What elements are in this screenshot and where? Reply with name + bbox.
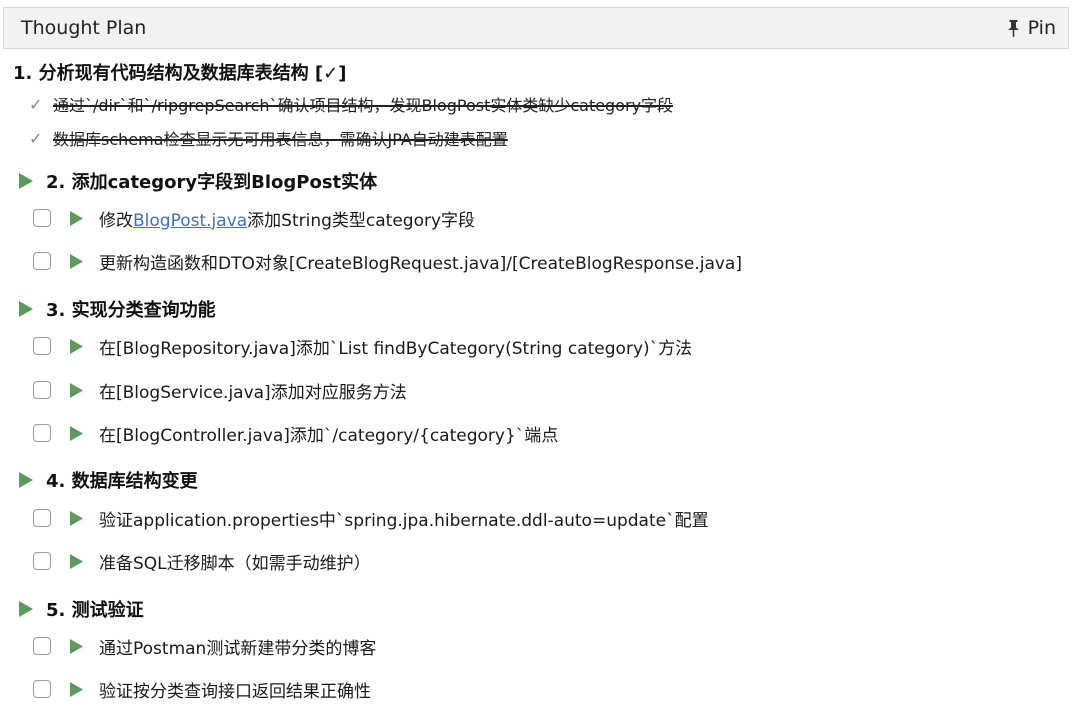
task-checkbox[interactable] bbox=[33, 680, 51, 698]
task-checkbox[interactable] bbox=[33, 552, 51, 570]
thought-plan-header: Thought Plan Pin bbox=[3, 7, 1069, 49]
check-icon: ✓ bbox=[29, 94, 43, 114]
play-icon[interactable] bbox=[70, 553, 83, 569]
play-icon[interactable] bbox=[70, 210, 83, 226]
check-icon: ✓ bbox=[29, 128, 43, 148]
task-checkbox[interactable] bbox=[33, 424, 51, 442]
task-checkbox[interactable] bbox=[33, 337, 51, 355]
play-icon[interactable] bbox=[70, 382, 83, 398]
task-checkbox[interactable] bbox=[33, 381, 51, 399]
pin-label: Pin bbox=[1027, 17, 1056, 39]
pin-icon bbox=[1007, 19, 1019, 37]
play-icon[interactable] bbox=[19, 601, 33, 617]
play-icon[interactable] bbox=[70, 510, 83, 526]
play-icon[interactable] bbox=[70, 638, 83, 654]
task-text: 通过Postman测试新建带分类的博客 bbox=[99, 638, 377, 659]
section-title: 1. 分析现有代码结构及数据库表结构 [✓] bbox=[13, 63, 347, 84]
task-text: 验证application.properties中`spring.jpa.hib… bbox=[99, 510, 709, 531]
done-item-text: 数据库schema检查显示无可用表信息，需确认JPA自动建表配置 bbox=[53, 130, 508, 149]
done-item-text: 通过`/dir`和`/ripgrepSearch`确认项目结构，发现BlogPo… bbox=[53, 96, 674, 115]
play-icon[interactable] bbox=[19, 472, 33, 488]
task-text: 在[BlogController.java]添加`/category/{cate… bbox=[99, 425, 559, 446]
section-title: 3. 实现分类查询功能 bbox=[46, 300, 216, 321]
play-icon[interactable] bbox=[70, 425, 83, 441]
task-checkbox[interactable] bbox=[33, 637, 51, 655]
play-icon[interactable] bbox=[19, 301, 33, 317]
section-title: 5. 测试验证 bbox=[46, 600, 144, 621]
section-title: 2. 添加category字段到BlogPost实体 bbox=[46, 172, 378, 193]
task-text: 修改BlogPost.java添加String类型category字段 bbox=[99, 206, 475, 231]
task-checkbox[interactable] bbox=[33, 252, 51, 270]
file-link[interactable]: BlogPost.java bbox=[133, 211, 247, 231]
section-title: 4. 数据库结构变更 bbox=[46, 471, 198, 492]
task-text: 准备SQL迁移脚本（如需手动维护） bbox=[99, 553, 371, 574]
task-checkbox[interactable] bbox=[33, 209, 51, 227]
play-icon[interactable] bbox=[70, 253, 83, 269]
play-icon[interactable] bbox=[19, 173, 33, 189]
task-text: 验证按分类查询接口返回结果正确性 bbox=[99, 681, 371, 702]
task-text-suffix: 添加String类型category字段 bbox=[247, 210, 476, 231]
task-checkbox[interactable] bbox=[33, 509, 51, 527]
task-text: 在[BlogRepository.java]添加`List findByCate… bbox=[99, 338, 693, 359]
task-text: 更新构造函数和DTO对象[CreateBlogRequest.java]/[Cr… bbox=[99, 253, 742, 274]
panel-title: Thought Plan bbox=[21, 17, 147, 39]
task-text: 在[BlogService.java]添加对应服务方法 bbox=[99, 382, 407, 403]
task-text-prefix: 修改 bbox=[99, 210, 133, 231]
pin-button[interactable]: Pin bbox=[1007, 17, 1056, 39]
play-icon[interactable] bbox=[70, 338, 83, 354]
play-icon[interactable] bbox=[70, 681, 83, 697]
